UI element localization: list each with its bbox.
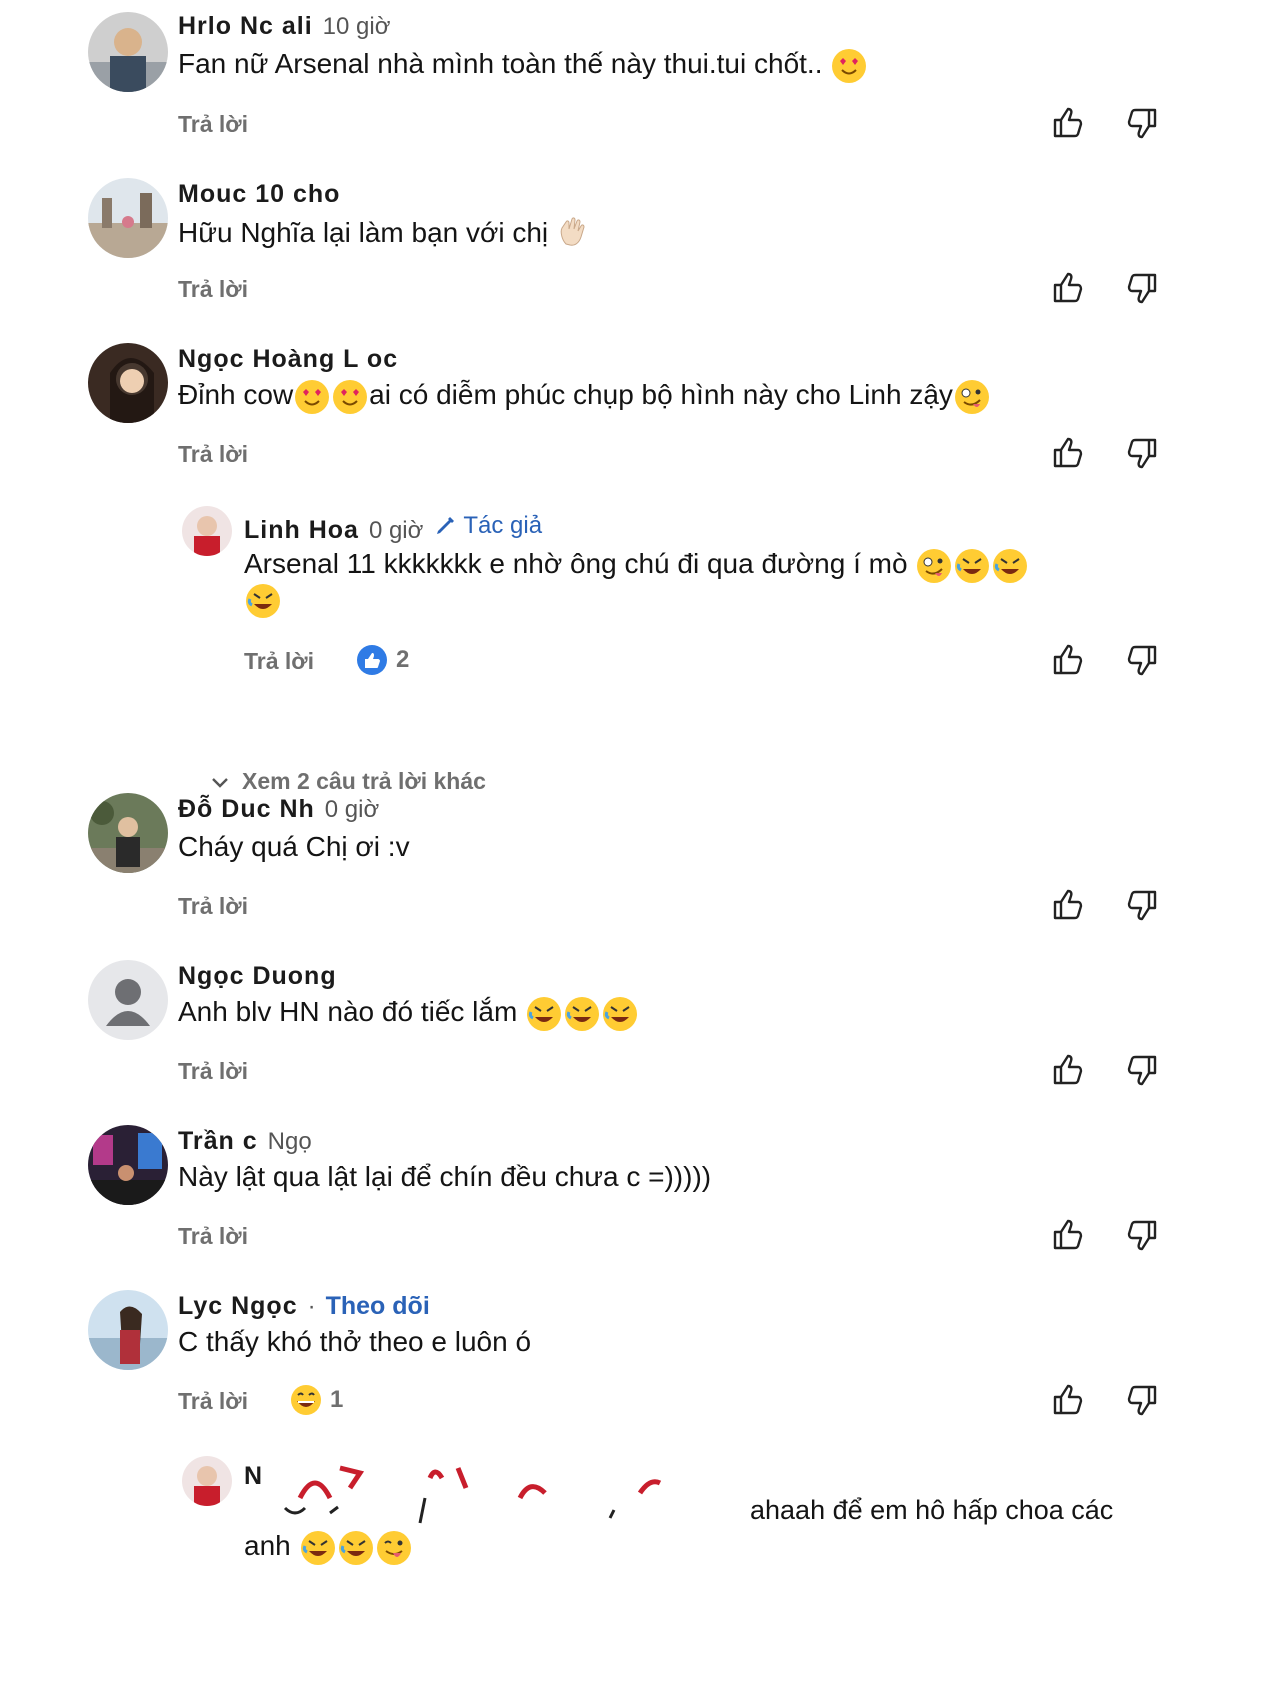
commenter-name[interactable]: Đỗ Duc Nh	[178, 795, 315, 824]
avatar[interactable]	[182, 506, 232, 556]
comment-text: Arsenal 11 kkkkkkk e nhờ ông chú đi qua …	[244, 548, 1029, 583]
follow-button[interactable]: Theo dõi	[326, 1292, 430, 1321]
rofl-emoji-icon	[300, 1530, 335, 1565]
thumbs-down-icon[interactable]	[1124, 887, 1160, 923]
reply-button[interactable]: Trả lời	[178, 111, 248, 138]
avatar[interactable]	[88, 793, 168, 873]
commenter-name[interactable]: Ngọc Hoàng L oc	[178, 345, 398, 374]
zany-face-emoji-icon	[954, 379, 989, 414]
default-avatar-icon[interactable]	[88, 960, 168, 1040]
thumbs-up-icon[interactable]	[1050, 1052, 1086, 1088]
thumbs-up-icon[interactable]	[1050, 1217, 1086, 1253]
chevron-down-icon	[212, 777, 228, 788]
rofl-emoji-icon	[955, 548, 990, 583]
avatar[interactable]	[88, 343, 168, 423]
comment-text-content: Fan nữ Arsenal nhà mình toàn thế này thu…	[178, 48, 823, 79]
view-more-label: Xem 2 câu trả lời khác	[242, 768, 486, 794]
comment-text: Hữu Nghĩa lại làm bạn với chị	[178, 214, 590, 255]
comment-text-content: Arsenal 11 kkkkkkk e nhờ ông chú đi qua …	[244, 548, 908, 579]
comment-text-part: Đỉnh cow	[178, 379, 294, 410]
thumbs-up-icon[interactable]	[1050, 435, 1086, 471]
comment-time: 0 giờ	[368, 517, 424, 544]
thumbs-up-icon[interactable]	[1050, 270, 1086, 306]
comment-text: Fan nữ Arsenal nhà mình toàn thế này thu…	[178, 48, 868, 83]
heart-eyes-emoji-icon	[832, 48, 867, 83]
heart-eyes-emoji-icon	[295, 379, 330, 414]
comment-text: ahaah để em hô hấp choa các	[750, 1495, 1114, 1525]
thumbs-up-icon[interactable]	[1050, 105, 1086, 141]
rofl-emoji-icon	[338, 1530, 373, 1565]
thumbs-down-icon[interactable]	[1124, 1052, 1160, 1088]
comment-text: Anh blv HN nào đó tiếc lắm	[178, 996, 639, 1031]
like-count-value: 2	[396, 646, 410, 673]
rofl-emoji-icon	[603, 996, 638, 1031]
thumbs-down-icon[interactable]	[1124, 1217, 1160, 1253]
rofl-emoji-icon	[565, 996, 600, 1031]
commenter-name[interactable]: Trần c	[178, 1127, 258, 1156]
commenter-name[interactable]: N	[244, 1462, 263, 1491]
grinning-sweat-emoji-icon	[291, 1385, 321, 1415]
like-reaction-icon	[357, 645, 387, 675]
commenter-name[interactable]: Linh Hoa	[244, 516, 359, 545]
reply-button[interactable]: Trả lời	[178, 1058, 248, 1085]
comment-time: 10 giờ	[322, 13, 391, 40]
reply-button[interactable]: Trả lời	[178, 276, 248, 303]
view-more-replies[interactable]: Xem 2 câu trả lời khác	[210, 768, 486, 795]
commenter-name[interactable]: Mouc 10 cho	[178, 180, 340, 209]
rofl-emoji-icon	[527, 996, 562, 1031]
avatar[interactable]	[88, 12, 168, 92]
thumbs-down-icon[interactable]	[1124, 1382, 1160, 1418]
commenter-name[interactable]: Hrlo Nc ali	[178, 12, 313, 41]
comment-time: Ngọ	[267, 1128, 312, 1155]
scribble-redaction	[283, 1465, 662, 1524]
rofl-emoji-icon	[993, 548, 1028, 583]
comment-text: C thấy khó thở theo e luôn ó	[178, 1326, 532, 1357]
tongue-wink-emoji-icon	[376, 1530, 411, 1565]
reply-button[interactable]: Trả lời	[178, 1223, 248, 1250]
avatar[interactable]	[182, 1456, 232, 1506]
comment-text-content: Hữu Nghĩa lại làm bạn với chị	[178, 216, 549, 248]
thumbs-up-icon[interactable]	[1050, 1382, 1086, 1418]
thumbs-down-icon[interactable]	[1124, 270, 1160, 306]
separator-dot: ·	[307, 1293, 316, 1320]
commenter-name[interactable]: Lyc Ngọc	[178, 1292, 298, 1321]
avatar[interactable]	[88, 1290, 168, 1370]
comment-time: 0 giờ	[324, 796, 380, 823]
like-count[interactable]: 2	[356, 644, 409, 676]
comment-text: Cháy quá Chị ơi :v	[178, 831, 410, 862]
avatar[interactable]	[88, 178, 168, 258]
thumbs-down-icon[interactable]	[1124, 435, 1160, 471]
author-label: Tác giả	[463, 512, 543, 539]
zany-face-emoji-icon	[917, 548, 952, 583]
thumbs-up-icon[interactable]	[1050, 642, 1086, 678]
avatar[interactable]	[88, 1125, 168, 1205]
reply-button[interactable]: Trả lời	[178, 441, 248, 468]
comment-text-continued: anh	[244, 1530, 413, 1565]
thumbs-down-icon[interactable]	[1124, 105, 1160, 141]
comment-text-continued	[244, 584, 282, 618]
comment-text: Này lật qua lật lại để chín đều chưa c =…	[178, 1161, 712, 1192]
pen-icon	[437, 517, 455, 534]
comment-text: Đỉnh cow ai có diễm phúc chụp bộ hình này…	[178, 379, 991, 414]
commenter-name[interactable]: Ngọc Duong	[178, 962, 337, 991]
thumbs-down-icon[interactable]	[1124, 642, 1160, 678]
thumbs-up-icon[interactable]	[1050, 887, 1086, 923]
comment-text-part: ai có diễm phúc chụp bộ hình này cho Lin…	[369, 379, 953, 410]
comment-text-content: Anh blv HN nào đó tiếc lắm	[178, 996, 518, 1027]
rofl-emoji-icon	[246, 584, 280, 618]
waving-hand-emoji-icon	[556, 214, 590, 255]
reply-button[interactable]: Trả lời	[178, 1388, 248, 1415]
reaction-count-value: 1	[330, 1386, 344, 1413]
reply-button[interactable]: Trả lời	[178, 893, 248, 920]
author-badge: Tác giả	[433, 512, 542, 540]
comment-text-part: anh	[244, 1530, 291, 1561]
reaction-count[interactable]: 1	[290, 1384, 343, 1416]
heart-eyes-emoji-icon	[333, 379, 368, 414]
reply-button[interactable]: Trả lời	[244, 648, 314, 675]
